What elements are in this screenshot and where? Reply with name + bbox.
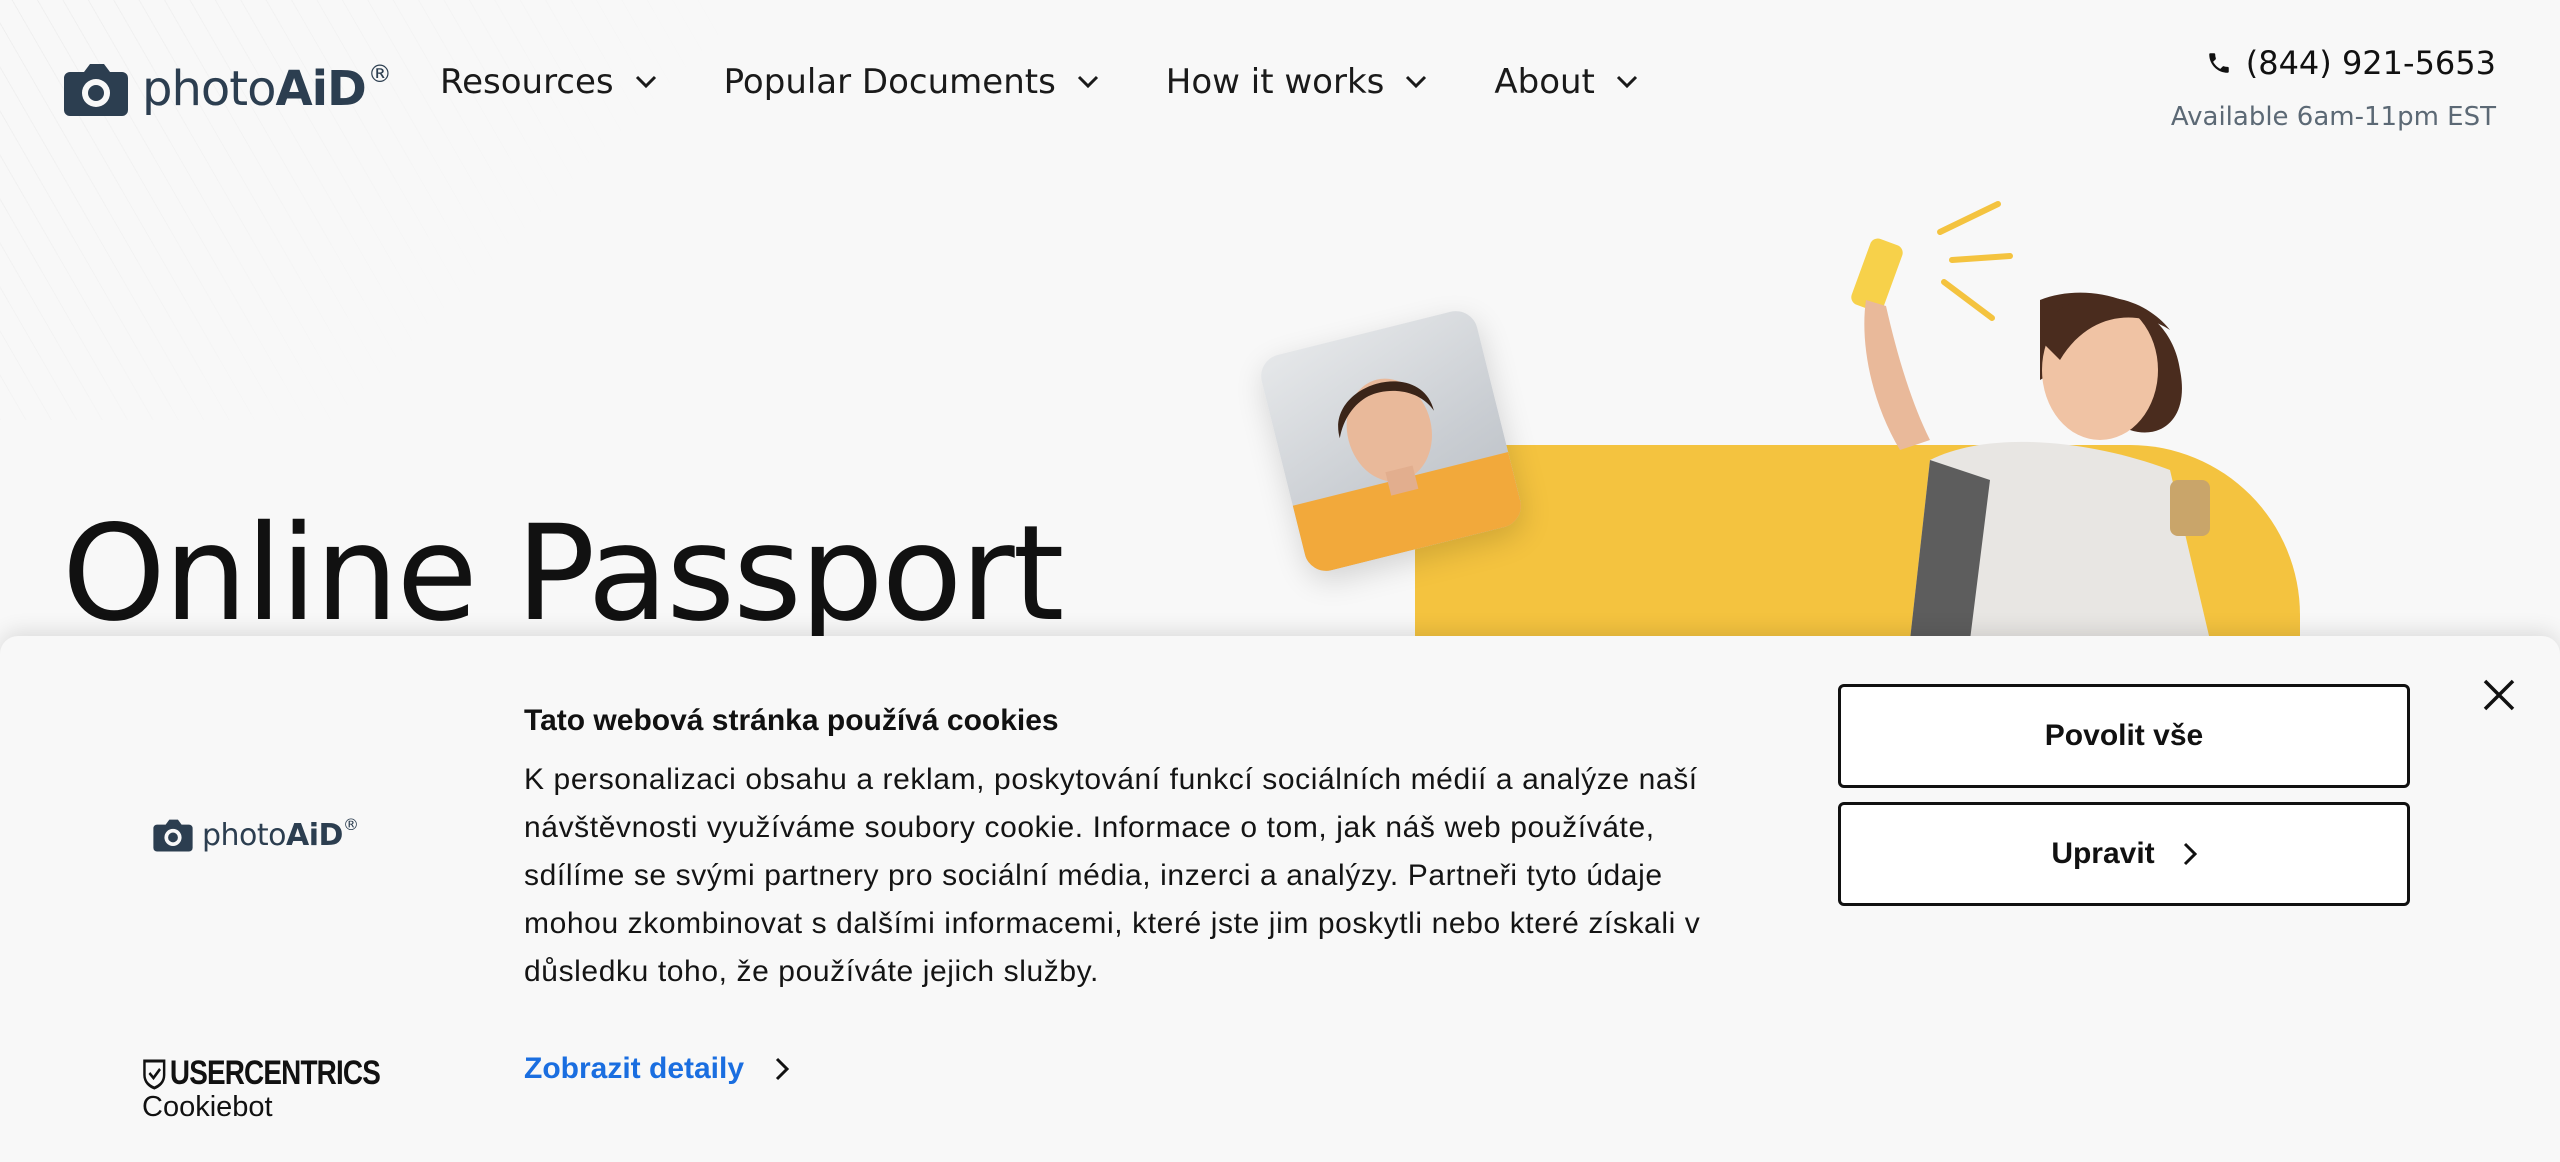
chevron-right-icon: [2183, 842, 2197, 866]
provider-name: USERCENTRICS: [169, 1054, 381, 1092]
chevron-down-icon: [1077, 75, 1098, 89]
customize-label: Upravit: [2051, 837, 2155, 870]
nav-resources[interactable]: Resources: [440, 62, 658, 102]
details-link-label: Zobrazit detaily: [524, 1052, 745, 1085]
hero-illustration: [1250, 180, 2370, 845]
camera-icon: [64, 64, 128, 116]
sparkle-lines: [1937, 201, 2013, 321]
usercentrics-logo[interactable]: USERCENTRICS Cookiebot: [142, 1054, 432, 1124]
camera-icon: [153, 819, 193, 852]
contact-info: (844) 921-5653 Available 6am-11pm EST: [2171, 44, 2496, 132]
phone-link[interactable]: (844) 921-5653: [2171, 44, 2496, 82]
cookie-banner: photoAiD® USERCENTRICS Cookiebot Tato we…: [0, 636, 2560, 1162]
provider-product: Cookiebot: [142, 1091, 273, 1123]
accept-all-label: Povolit vše: [2044, 719, 2204, 752]
logo-wordmark: photoAiD®: [202, 814, 359, 853]
phone-number: (844) 921-5653: [2245, 44, 2496, 82]
phone-icon: [2208, 53, 2229, 73]
nav-label: Resources: [440, 62, 614, 102]
banner-logo: photoAiD®: [152, 814, 359, 854]
nav-popular-documents[interactable]: Popular Documents: [724, 62, 1100, 102]
nav-about[interactable]: About: [1494, 62, 1639, 102]
nav-label: Popular Documents: [723, 62, 1056, 102]
cookie-title: Tato webová stránka používá cookies: [524, 704, 1059, 737]
logo-wordmark: photoAiD®: [142, 60, 392, 117]
accept-all-button[interactable]: Povolit vše: [1838, 684, 2410, 788]
nav-how-it-works[interactable]: How it works: [1166, 62, 1429, 102]
chevron-right-icon: [775, 1057, 790, 1081]
cookie-description: K personalizaci obsahu a reklam, poskyto…: [524, 763, 1701, 988]
chevron-down-icon: [1406, 75, 1427, 89]
availability-text: Available 6am-11pm EST: [2170, 102, 2496, 132]
chevron-down-icon: [635, 75, 656, 89]
shield-check-icon: [143, 1059, 166, 1090]
hero-title: Online Passport: [62, 497, 1064, 651]
nav-label: About: [1494, 62, 1595, 102]
close-icon[interactable]: [2480, 676, 2518, 714]
customize-button[interactable]: Upravit: [1838, 802, 2410, 906]
show-details-link[interactable]: Zobrazit detaily: [524, 1052, 790, 1086]
nav-label: How it works: [1165, 62, 1385, 102]
site-logo[interactable]: photoAiD®: [62, 58, 392, 120]
main-nav: Resources Popular Documents How it works…: [440, 62, 1705, 102]
selfie-woman-image: [1851, 201, 2210, 640]
chevron-down-icon: [1616, 75, 1637, 89]
